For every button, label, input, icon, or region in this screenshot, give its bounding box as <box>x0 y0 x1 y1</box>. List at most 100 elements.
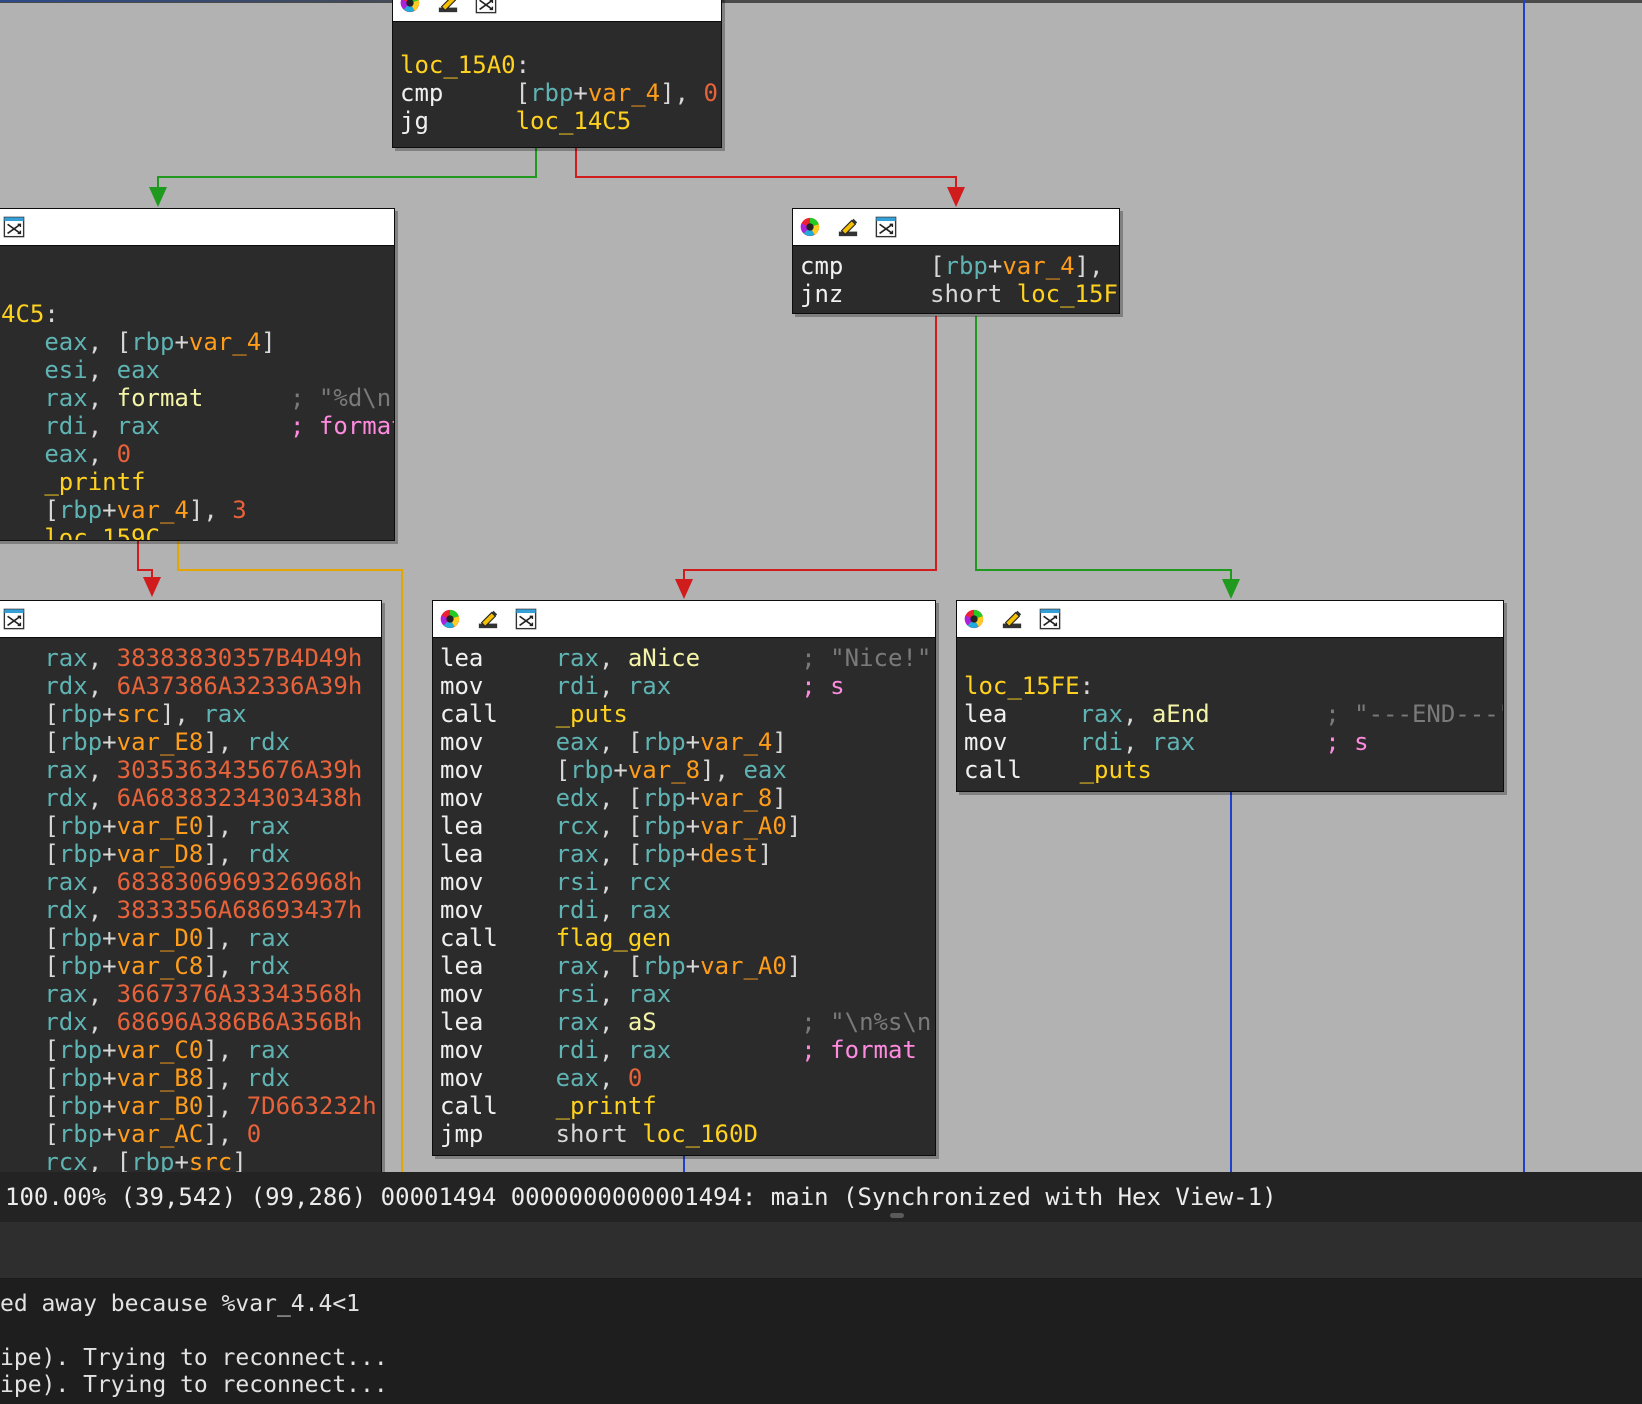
graph-node-nice-flag-gen[interactable]: lea rax, aNice ; "Nice!" mov rdi, rax ; s… <box>432 600 936 1156</box>
asm-line[interactable]: [rbp+var_D8], rdx <box>1 840 381 868</box>
asm-line[interactable]: [rbp+src], rax <box>1 700 381 728</box>
graph-node-loc_15A0[interactable]: loc_15A0: cmp [rbp+var_4], 0 jg loc_14C5 <box>392 0 722 148</box>
asm-line[interactable]: eax, 0 <box>1 440 394 468</box>
edge-false-loc_15A0-to-cmp5[interactable] <box>575 148 957 196</box>
asm-line[interactable] <box>1 272 394 300</box>
asm-token-num: 0 <box>703 79 718 107</box>
asm-token-num: 0 <box>246 1120 262 1148</box>
asm-line[interactable]: call flag_gen <box>440 924 935 952</box>
asm-line[interactable]: rdx, 6A37386A32336A39h <box>1 672 381 700</box>
asm-token-op <box>1 468 44 496</box>
asm-line[interactable]: rax, 3667376A33343568h <box>1 980 381 1008</box>
asm-line[interactable]: call _printf <box>440 1092 935 1120</box>
asm-token-punct: , <box>598 1036 628 1064</box>
graph-toggle-icon[interactable] <box>1038 608 1062 630</box>
asm-line[interactable]: [rbp+var_E8], rdx <box>1 728 381 756</box>
graph-node-loc_14C5[interactable]: 4C5: eax, [rbp+var_4] esi, eax rax, form… <box>0 208 395 541</box>
asm-line[interactable]: rdi, rax ; format <box>1 412 394 440</box>
graph-toggle-icon[interactable] <box>474 0 498 14</box>
asm-line[interactable]: lea rcx, [rbp+var_A0] <box>440 812 935 840</box>
asm-line[interactable]: esi, eax <box>1 356 394 384</box>
asm-line[interactable]: cmp [rbp+var_4], 0 <box>400 79 721 107</box>
graph-node-loc_15FE[interactable]: loc_15FE: lea rax, aEnd ; "---END---" mov … <box>956 600 1504 792</box>
output-window[interactable]: ed away because %var_4.4<1 ipe). Trying … <box>0 1279 1642 1404</box>
edit-pencil-icon[interactable] <box>476 608 500 630</box>
asm-line[interactable]: rax, format ; "%d\n" <box>1 384 394 412</box>
graph-toggle-icon[interactable] <box>874 216 898 238</box>
asm-line[interactable]: [rbp+var_C0], rax <box>1 1036 381 1064</box>
edit-pencil-icon[interactable] <box>436 0 460 14</box>
asm-line[interactable]: mov rsi, rax <box>440 980 935 1008</box>
graph-view[interactable]: loc_15A0: cmp [rbp+var_4], 0 jg loc_14C5 4… <box>0 0 1642 1172</box>
edge-true-loc_15A0-to-loc_14C5[interactable] <box>157 148 537 196</box>
asm-token-var: var_D8 <box>116 840 204 868</box>
asm-line[interactable]: mov rsi, rcx <box>440 868 935 896</box>
asm-line[interactable]: jg loc_14C5 <box>400 107 721 135</box>
asm-line[interactable]: mov [rbp+var_8], eax <box>440 756 935 784</box>
edge-false-cmp5-to-nice_block[interactable] <box>683 316 937 588</box>
asm-line[interactable]: loc_15A0: <box>400 51 721 79</box>
asm-line[interactable]: rax, 38383830357B4D49h <box>1 644 381 672</box>
asm-token-punct: [ <box>555 756 571 784</box>
asm-line[interactable]: [rbp+var_E0], rax <box>1 812 381 840</box>
asm-line[interactable]: mov rdi, rax ; s <box>440 672 935 700</box>
asm-token-op <box>1 952 44 980</box>
graph-node-flag-constants[interactable]: rax, 38383830357B4D49h rdx, 6A37386A3233… <box>0 600 382 1172</box>
asm-line[interactable] <box>964 644 1503 672</box>
asm-line[interactable]: [rbp+var_C8], rdx <box>1 952 381 980</box>
graph-toggle-icon[interactable] <box>2 608 26 630</box>
splitter-grip[interactable] <box>890 1213 904 1218</box>
asm-line[interactable]: lea rax, aNice ; "Nice!" <box>440 644 935 672</box>
asm-line[interactable]: lea rax, [rbp+dest] <box>440 840 935 868</box>
graph-node-cmp-var4-5[interactable]: cmp [rbp+var_4], 5jnz short loc_15FE <box>792 208 1120 314</box>
asm-line[interactable]: rdx, 68696A386B6A356Bh <box>1 1008 381 1036</box>
asm-line[interactable]: mov eax, 0 <box>440 1064 935 1092</box>
asm-line[interactable]: [rbp+var_D0], rax <box>1 924 381 952</box>
asm-line[interactable]: rdx, 3833356A68693437h <box>1 896 381 924</box>
asm-token-op: mov <box>440 756 556 784</box>
asm-line[interactable]: mov rdi, rax <box>440 896 935 924</box>
asm-line[interactable]: loc_15FE: <box>964 672 1503 700</box>
asm-token-punct: , <box>87 868 117 896</box>
color-wheel-icon[interactable] <box>798 216 822 238</box>
asm-line[interactable]: lea rax, aEnd ; "---END---" <box>964 700 1503 728</box>
asm-token-cmt: ; "Nice!" <box>801 644 932 672</box>
asm-line[interactable]: [rbp+var_B0], 7D663232h <box>1 1092 381 1120</box>
asm-line[interactable]: jnz short loc_15FE <box>800 280 1119 308</box>
asm-line[interactable]: mov rdi, rax ; s <box>964 728 1503 756</box>
asm-token-punct: ], <box>203 728 247 756</box>
asm-line[interactable]: [rbp+var_AC], 0 <box>1 1120 381 1148</box>
asm-token-op: cmp <box>800 252 931 280</box>
asm-line[interactable]: _printf <box>1 468 394 496</box>
asm-line[interactable]: lea rax, [rbp+var_A0] <box>440 952 935 980</box>
asm-line[interactable]: eax, [rbp+var_4] <box>1 328 394 356</box>
asm-line[interactable]: mov edx, [rbp+var_8] <box>440 784 935 812</box>
asm-line[interactable]: rcx, [rbp+src] <box>1 1148 381 1172</box>
asm-line[interactable] <box>400 23 721 51</box>
asm-line[interactable]: mov eax, [rbp+var_4] <box>440 728 935 756</box>
graph-toggle-icon[interactable] <box>514 608 538 630</box>
asm-line[interactable]: [rbp+var_B8], rdx <box>1 1064 381 1092</box>
color-wheel-icon[interactable] <box>962 608 986 630</box>
graph-toggle-icon[interactable] <box>2 216 26 238</box>
color-wheel-icon[interactable] <box>438 608 462 630</box>
asm-line[interactable]: rax, 6838306969326968h <box>1 868 381 896</box>
asm-line[interactable]: cmp [rbp+var_4], 5 <box>800 252 1119 280</box>
arrowhead <box>947 187 965 207</box>
edit-pencil-icon[interactable] <box>1000 608 1024 630</box>
asm-line[interactable]: lea rax, aS ; "\n%s\n" <box>440 1008 935 1036</box>
asm-token-lbl: _puts <box>1079 756 1152 784</box>
asm-line[interactable]: call _puts <box>440 700 935 728</box>
asm-line[interactable]: [rbp+var_4], 3 <box>1 496 394 524</box>
asm-token-lbl: loc_160D <box>642 1120 758 1148</box>
asm-line[interactable]: rax, 3035363435676A39h <box>1 756 381 784</box>
asm-line[interactable]: 4C5: <box>1 300 394 328</box>
asm-line[interactable]: rdx, 6A68383234303438h <box>1 784 381 812</box>
edge-true-cmp5-to-loc_15FE[interactable] <box>975 316 1232 588</box>
color-wheel-icon[interactable] <box>398 0 422 14</box>
asm-line[interactable]: loc_159C <box>1 524 394 540</box>
asm-line[interactable]: call _puts <box>964 756 1503 784</box>
asm-line[interactable]: jmp short loc_160D <box>440 1120 935 1148</box>
edit-pencil-icon[interactable] <box>836 216 860 238</box>
asm-line[interactable]: mov rdi, rax ; format <box>440 1036 935 1064</box>
